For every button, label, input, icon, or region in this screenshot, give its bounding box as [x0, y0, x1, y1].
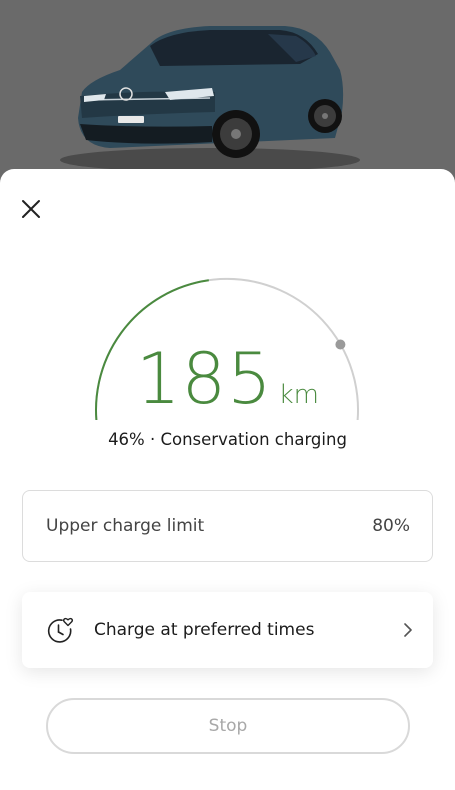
charging-sheet [0, 169, 455, 790]
charge-preferred-times-label: Charge at preferred times [94, 620, 315, 640]
car-hero [0, 0, 455, 185]
chevron-right-icon [404, 623, 412, 637]
charging-status: 46% · Conservation charging [108, 430, 347, 449]
clock-heart-icon [47, 617, 74, 643]
upper-charge-limit-value: 80% [372, 516, 410, 536]
range-readout: 185 km [0, 338, 455, 420]
stop-charging-button[interactable]: Stop [46, 698, 410, 754]
range-unit: km [278, 380, 319, 410]
upper-charge-limit-label: Upper charge limit [46, 516, 205, 536]
upper-charge-limit-row[interactable]: Upper charge limit 80% [22, 490, 433, 562]
range-value: 185 [136, 338, 273, 420]
car-image [0, 0, 455, 185]
close-icon [22, 200, 40, 218]
close-button[interactable] [18, 196, 44, 222]
charge-preferred-times-row[interactable]: Charge at preferred times [22, 592, 433, 668]
